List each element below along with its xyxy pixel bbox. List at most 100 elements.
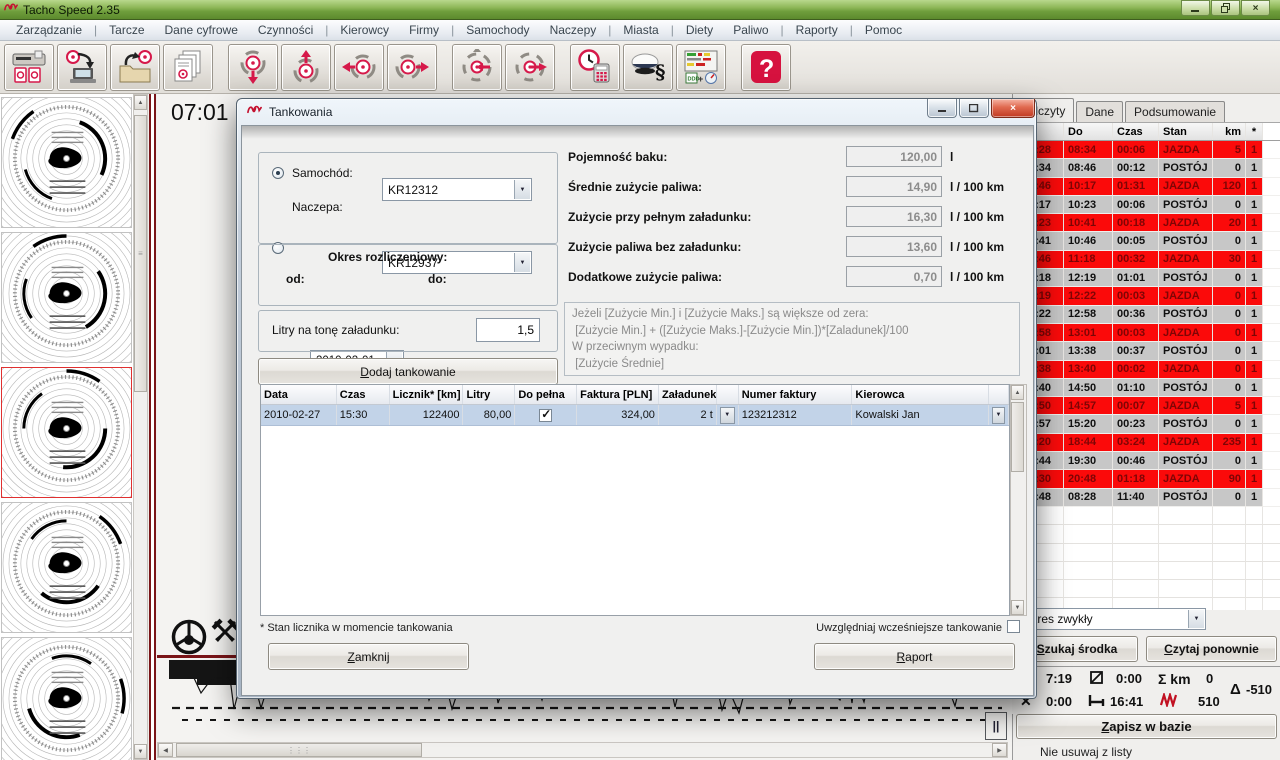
chevron-down-icon[interactable]: ▼ (514, 180, 530, 199)
activity-row[interactable]: 12:5813:0100:03JAZDA01 (1013, 323, 1280, 343)
tab-podsumowanie[interactable]: Podsumowanie (1125, 101, 1226, 122)
activity-row[interactable]: 10:2310:4100:18JAZDA201 (1013, 214, 1280, 233)
activity-row[interactable]: 19:3020:4801:18JAZDA901 (1013, 470, 1280, 489)
activity-row[interactable]: 10:1710:2300:06POSTÓJ01 (1013, 195, 1280, 215)
disc-thumbnail[interactable] (0, 94, 133, 253)
chevron-down-icon[interactable]: ▼ (719, 406, 735, 424)
restore-button[interactable] (1211, 0, 1240, 16)
activity-row[interactable]: 14:5014:5700:07JAZDA51 (1013, 397, 1280, 416)
menu-item-samochody[interactable]: Samochody (456, 23, 539, 37)
disc-down-icon[interactable] (228, 43, 278, 91)
column-header[interactable]: Litry (463, 385, 516, 404)
disc-documents-icon[interactable] (163, 43, 213, 91)
activity-row[interactable]: 13:3813:4000:02JAZDA01 (1013, 360, 1280, 379)
activity-row[interactable]: 13:0113:3800:37POSTÓJ01 (1013, 342, 1280, 361)
menu-item-pomoc[interactable]: Pomoc (855, 23, 912, 37)
dialog-titlebar[interactable]: Tankowania (237, 99, 1036, 125)
menu-item-dane-cyfrowe[interactable]: Dane cyfrowe (155, 23, 248, 37)
minimize-button[interactable] (1181, 0, 1210, 16)
chevron-down-icon[interactable]: ▼ (1188, 610, 1204, 628)
scroll-down-icon[interactable]: ▼ (1011, 600, 1024, 615)
chevron-down-icon[interactable]: ▼ (992, 406, 1005, 424)
disc-center-in-icon[interactable] (452, 43, 502, 91)
tacho-reader-icon[interactable] (4, 43, 54, 91)
menu-item-diety[interactable]: Diety (676, 23, 723, 37)
save-to-db-button[interactable]: Zapisz w bazie (1016, 714, 1277, 739)
sidebar-scrollbar[interactable]: ▲ ≡ ▼ (133, 94, 148, 760)
menu-item-firmy[interactable]: Firmy (399, 23, 449, 37)
activity-row[interactable]: 08:3408:4600:12POSTÓJ01 (1013, 159, 1280, 178)
liters-input[interactable]: 1,5 (476, 318, 540, 342)
disc-thumbnail[interactable] (0, 469, 133, 658)
disc-thumbnail[interactable] (0, 604, 133, 760)
reread-button[interactable]: Czytaj ponownie (1146, 636, 1277, 662)
column-header[interactable]: Czas (1113, 123, 1159, 140)
scroll-right-icon[interactable]: ▶ (992, 743, 1007, 757)
activity-row[interactable]: 10:4110:4600:05POSTÓJ01 (1013, 232, 1280, 251)
activity-row[interactable]: 11:18 12:19 01:01 POSTÓJ 0 1 (1013, 269, 1280, 288)
menu-item-czynności[interactable]: Czynności (248, 23, 323, 37)
scroll-left-icon[interactable]: ◀ (158, 743, 173, 757)
activity-row[interactable]: 20:4808:2811:40POSTÓJ01 (1013, 488, 1280, 507)
column-header[interactable] (989, 385, 1009, 404)
menu-item-paliwo[interactable]: Paliwo (723, 23, 778, 37)
column-header[interactable]: Data (261, 385, 337, 404)
horizontal-scrollbar[interactable]: ◀ ⋮⋮⋮ ▶ (157, 742, 1008, 758)
column-header[interactable]: Do (1064, 123, 1113, 140)
scroll-down-icon[interactable]: ▼ (134, 744, 147, 759)
disc-center-out-icon[interactable] (505, 43, 555, 91)
activity-report-icon[interactable]: DDD + (676, 43, 726, 91)
download-disc-icon[interactable] (57, 43, 107, 91)
activity-row[interactable]: 15:2018:4403:24JAZDA2351 (1013, 433, 1280, 453)
column-header[interactable]: Czas (337, 385, 390, 404)
disc-thumbnail-selected[interactable] (0, 334, 133, 523)
time-calculator-icon[interactable] (570, 43, 620, 91)
close-dialog-button[interactable]: Zamknij (268, 643, 469, 670)
disc-right-icon[interactable] (387, 43, 437, 91)
refueling-table[interactable]: Data Czas Licznik* [km] Litry Do pełna Faktur… (260, 384, 1010, 616)
refueling-row[interactable]: 2010-02-2715:3012240080,00324,002 t▼1232… (261, 405, 1009, 426)
menu-item-kierowcy[interactable]: Kierowcy (330, 23, 399, 37)
menu-item-naczepy[interactable]: Naczepy (540, 23, 607, 37)
add-refueling-button[interactable]: Dodaj tankowanie (258, 358, 558, 385)
dialog-maximize-button[interactable] (959, 99, 989, 118)
column-header[interactable]: * (1246, 123, 1263, 140)
menu-item-raporty[interactable]: Raporty (786, 23, 848, 37)
activity-row[interactable]: 12:1912:2200:03JAZDA01 (1013, 287, 1280, 306)
column-header[interactable]: Numer faktury (739, 385, 853, 404)
help-icon[interactable]: ? (741, 43, 791, 91)
activity-row[interactable]: 18:4419:3000:46POSTÓJ01 (1013, 452, 1280, 471)
menu-item-zarządzanie[interactable]: Zarządzanie (6, 23, 92, 37)
dialog-minimize-button[interactable] (927, 99, 957, 118)
close-button[interactable]: × (1241, 0, 1270, 16)
menu-item-tarcze[interactable]: Tarcze (99, 23, 154, 37)
column-header[interactable]: Stan (1159, 123, 1213, 140)
activity-row[interactable]: 08:2808:3400:06JAZDA51 (1013, 141, 1280, 160)
dialog-close-button[interactable]: × (991, 99, 1035, 118)
scrollbar-thumb[interactable]: ≡ (134, 115, 147, 392)
scroll-up-icon[interactable]: ▲ (1011, 385, 1024, 400)
do-pelna-checkbox[interactable] (539, 407, 553, 422)
column-header[interactable]: Załadunek (659, 385, 717, 404)
vehicle-combo[interactable]: KR12312 ▼ (382, 178, 532, 201)
activity-row[interactable]: 12:2212:5800:36POSTÓJ01 (1013, 305, 1280, 324)
activity-row[interactable]: 08:4610:1701:31JAZDA1201 (1013, 177, 1280, 196)
disc-up-icon[interactable] (281, 43, 331, 91)
table-scrollbar[interactable]: ▲ ▼ (1010, 384, 1027, 616)
menu-item-miasta[interactable]: Miasta (613, 23, 668, 37)
activity-row[interactable]: 14:5715:2000:23POSTÓJ01 (1013, 415, 1280, 434)
period-select[interactable]: Okres zwykły ▼ (1016, 608, 1206, 630)
column-header[interactable]: Faktura [PLN] (577, 385, 659, 404)
activity-table[interactable]: OdDoCzasStankm*08:2808:3400:06JAZDA5108:… (1013, 122, 1280, 610)
disc-thumbnail[interactable] (0, 199, 133, 388)
scrollbar-thumb[interactable] (1011, 402, 1024, 472)
column-header[interactable]: km (1213, 123, 1246, 140)
column-header[interactable] (717, 385, 739, 404)
scroll-up-icon[interactable]: ▲ (134, 95, 147, 110)
pause-button[interactable]: || (985, 712, 1007, 740)
activity-row[interactable]: 10:4611:1800:32JAZDA301 (1013, 250, 1280, 270)
column-header[interactable]: Licznik* [km] (390, 385, 464, 404)
report-button[interactable]: Raport (814, 643, 1015, 670)
scrollbar-thumb[interactable]: ⋮⋮⋮ (176, 743, 422, 757)
include-previous-checkbox[interactable] (1007, 620, 1020, 633)
